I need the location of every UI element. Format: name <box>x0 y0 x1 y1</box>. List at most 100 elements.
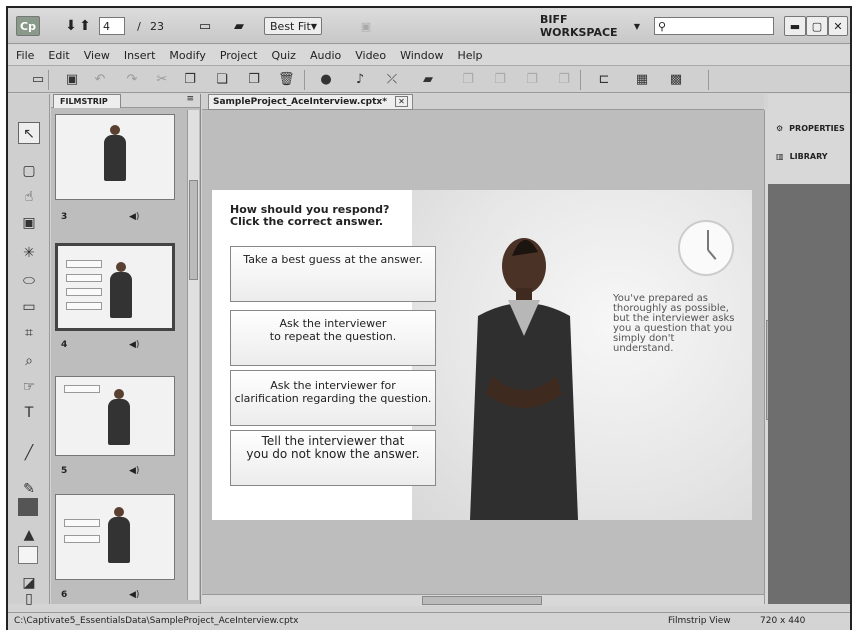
delete-icon[interactable]: 🗑 <box>278 72 295 88</box>
menu-quiz[interactable]: Quiz <box>272 49 296 62</box>
monitor-icon[interactable]: ▭ <box>194 16 216 36</box>
menu-view[interactable]: View <box>84 49 110 62</box>
maximize-button[interactable]: ▢ <box>806 16 828 36</box>
filmstrip-tab[interactable]: FILMSTRIP <box>53 94 121 108</box>
align-icon[interactable]: ⊏ <box>596 72 612 88</box>
audio-icon[interactable]: ♪ <box>352 72 368 88</box>
properties-tab[interactable]: ⚙ PROPERTIES <box>776 124 845 133</box>
right-panel-tabs: ⚙ PROPERTIES ▥ LIBRARY <box>768 94 850 184</box>
menu-project[interactable]: Project <box>220 49 258 62</box>
menu-window[interactable]: Window <box>400 49 443 62</box>
stroke-color-swatch[interactable] <box>18 498 38 516</box>
menu-edit[interactable]: Edit <box>48 49 69 62</box>
record-icon[interactable]: ● <box>318 72 334 88</box>
menu-bar: File Edit View Insert Modify Project Qui… <box>8 45 850 65</box>
menu-audio[interactable]: Audio <box>310 49 341 62</box>
search-input[interactable]: ⚲ <box>654 17 774 35</box>
grid-icon[interactable]: ▦ <box>634 72 650 88</box>
audio-icon: ◀) <box>129 340 140 350</box>
workspace-switcher[interactable]: BIFF WORKSPACE ▼ <box>540 13 640 39</box>
preview-icon: ▣ <box>360 19 372 33</box>
presenter-image <box>470 238 578 520</box>
save-icon[interactable]: ▣ <box>64 72 80 88</box>
rollover-slidelet-icon[interactable]: ☞ <box>18 376 40 398</box>
highlight-tool-icon[interactable]: ▣ <box>18 212 40 234</box>
arrange-back-icon: ❐ <box>558 72 570 87</box>
text-entry-tool-icon[interactable]: ▭ <box>18 296 40 318</box>
duplicate-icon[interactable]: ❐ <box>246 72 262 88</box>
menu-modify[interactable]: Modify <box>169 49 205 62</box>
slide-canvas: How should you respond? Click the correc… <box>212 190 752 520</box>
captivate-window: Cp ⬇ ⬆ 4 / 23 ▭ ▰ Best Fit ▼ ▣ BIFF WORKS… <box>6 6 852 630</box>
answer-button-4[interactable]: Tell the interviewer that you do not kno… <box>230 430 436 486</box>
close-tab-icon[interactable]: ✕ <box>395 96 408 107</box>
line-tool-icon[interactable]: ╱ <box>18 442 40 464</box>
click-box-tool-icon[interactable]: ⌗ <box>18 322 40 344</box>
question-text: How should you respond? Click the correc… <box>230 204 389 228</box>
presenter-head <box>114 507 124 517</box>
arrange-forward-icon: ❐ <box>494 72 506 87</box>
copy-icon[interactable]: ❐ <box>182 72 198 88</box>
title-bar: Cp ⬇ ⬆ 4 / 23 ▭ ▰ Best Fit ▼ ▣ BIFF WORKS… <box>8 8 850 44</box>
filmstrip-slide[interactable] <box>55 376 175 456</box>
library-icon: ▥ <box>776 152 784 161</box>
answer-button-3[interactable]: Ask the interviewer for clarification re… <box>230 370 436 426</box>
scrollbar-thumb[interactable] <box>422 596 542 605</box>
fill-bucket-icon[interactable]: ▲ <box>18 524 40 546</box>
cut-icon[interactable]: ✂ <box>154 72 170 88</box>
slide-thumbnail-button <box>66 288 102 296</box>
workspace-label: BIFF WORKSPACE <box>540 13 618 39</box>
answer-button-2[interactable]: Ask the interviewer to repeat the questi… <box>230 310 436 366</box>
slide-thumbnail-button <box>66 302 102 310</box>
toolbar-divider <box>304 70 305 90</box>
filmstrip-slide-selected[interactable] <box>55 243 175 331</box>
close-button[interactable]: ✕ <box>828 16 848 36</box>
prev-slide-icon[interactable]: ⬆ <box>78 16 92 36</box>
slide-total: 23 <box>150 19 164 33</box>
toolbar-divider <box>48 70 49 90</box>
redo-icon[interactable]: ↷ <box>124 72 140 88</box>
slide-number-input[interactable]: 4 <box>99 17 125 35</box>
slide-number: 5 <box>61 466 68 476</box>
scrollbar-thumb[interactable] <box>189 180 198 280</box>
text-animation-icon[interactable]: T <box>18 402 40 424</box>
default-colors-icon[interactable]: ▯ <box>18 588 40 610</box>
slide-number: 6 <box>61 590 68 600</box>
panel-menu-icon[interactable]: ≡ <box>186 94 194 104</box>
slide-thumbnail-button <box>64 519 100 527</box>
slide-separator: / <box>137 19 141 33</box>
paste-icon[interactable]: ❏ <box>214 72 230 88</box>
rollover-tool-icon[interactable]: ☝ <box>18 186 40 208</box>
audio-icon: ◀) <box>129 590 140 600</box>
minimize-button[interactable]: ▬ <box>784 16 806 36</box>
fill-color-swatch[interactable] <box>18 546 38 564</box>
caption-tool-icon[interactable]: ▢ <box>18 160 40 182</box>
properties-label: PROPERTIES <box>789 124 845 133</box>
zoom-select[interactable]: Best Fit ▼ <box>264 17 322 35</box>
filmstrip-slide[interactable] <box>55 494 175 580</box>
zoom-tool-icon[interactable]: ⌕ <box>18 350 40 372</box>
menu-file[interactable]: File <box>16 49 34 62</box>
document-tab[interactable]: SampleProject_AceInterview.cptx* ✕ <box>208 94 413 110</box>
briefcase-icon[interactable]: ▰ <box>228 16 250 36</box>
stage-horizontal-scrollbar[interactable] <box>202 594 764 606</box>
filmstrip-scrollbar[interactable] <box>187 110 199 600</box>
next-slide-icon[interactable]: ⬇ <box>64 16 78 36</box>
filmstrip-slide[interactable] <box>55 114 175 200</box>
slide-thumbnail-button <box>66 274 102 282</box>
select-tool-icon[interactable]: ↖ <box>18 122 40 144</box>
answer-button-1[interactable]: Take a best guess at the answer. <box>230 246 436 302</box>
presenter-head <box>116 262 126 272</box>
eyedropper-icon[interactable]: ✎ <box>18 478 40 500</box>
mouse-tool-icon[interactable]: ✳ <box>18 242 40 264</box>
open-icon[interactable]: ▭ <box>30 72 46 88</box>
menu-help[interactable]: Help <box>457 49 482 62</box>
camera-icon[interactable]: ▰ <box>420 72 436 88</box>
no-audio-icon[interactable]: ⤫ <box>384 72 400 88</box>
button-tool-icon[interactable]: ⬭ <box>18 270 40 292</box>
snap-icon[interactable]: ▩ <box>668 72 684 88</box>
undo-icon[interactable]: ↶ <box>92 72 108 88</box>
library-tab[interactable]: ▥ LIBRARY <box>776 152 828 161</box>
menu-video[interactable]: Video <box>355 49 386 62</box>
menu-insert[interactable]: Insert <box>124 49 156 62</box>
